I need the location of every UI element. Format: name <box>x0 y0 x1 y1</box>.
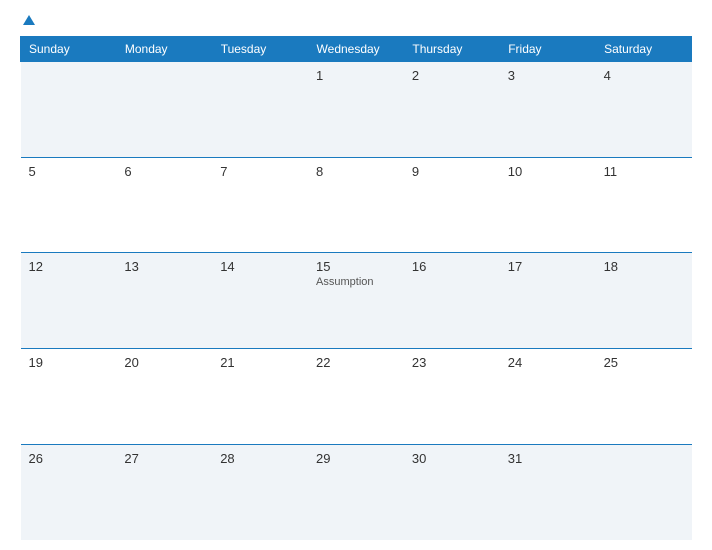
calendar-cell <box>116 62 212 158</box>
calendar-cell: 8 <box>308 157 404 253</box>
day-number: 24 <box>508 355 588 370</box>
day-number: 11 <box>604 164 684 179</box>
calendar-cell: 1 <box>308 62 404 158</box>
day-number: 3 <box>508 68 588 83</box>
calendar-cell: 11 <box>596 157 692 253</box>
calendar-cell: 29 <box>308 444 404 540</box>
event-label: Assumption <box>316 276 396 288</box>
weekday-header: Monday <box>116 37 212 62</box>
logo-triangle-icon <box>23 15 35 25</box>
day-number: 23 <box>412 355 492 370</box>
calendar-cell: 16 <box>404 253 500 349</box>
weekday-header: Wednesday <box>308 37 404 62</box>
calendar-cell: 14 <box>212 253 308 349</box>
calendar-cell: 28 <box>212 444 308 540</box>
calendar-cell: 6 <box>116 157 212 253</box>
calendar-cell <box>212 62 308 158</box>
calendar-cell: 12 <box>21 253 117 349</box>
day-number: 4 <box>604 68 684 83</box>
logo-blue-text <box>20 15 35 26</box>
day-number: 15 <box>316 259 396 274</box>
weekday-header: Thursday <box>404 37 500 62</box>
day-number: 26 <box>29 451 109 466</box>
calendar-cell: 10 <box>500 157 596 253</box>
calendar-cell: 30 <box>404 444 500 540</box>
calendar-week-row: 56 7 8 9 10 11 <box>21 157 692 253</box>
calendar-cell <box>596 444 692 540</box>
calendar-cell: 9 <box>404 157 500 253</box>
day-number: 1 <box>316 68 396 83</box>
calendar-cell: 22 <box>308 349 404 445</box>
day-number: 2 <box>412 68 492 83</box>
calendar-cell: 23 <box>404 349 500 445</box>
calendar-cell: 7 <box>212 157 308 253</box>
calendar-cell: 15 Assumption <box>308 253 404 349</box>
calendar-cell: 18 <box>596 253 692 349</box>
day-number: 25 <box>604 355 684 370</box>
day-number: 7 <box>220 164 300 179</box>
calendar-cell: 4 <box>596 62 692 158</box>
calendar-cell <box>21 62 117 158</box>
day-number: 28 <box>220 451 300 466</box>
logo <box>20 15 35 26</box>
calendar-cell: 26 <box>21 444 117 540</box>
day-number: 31 <box>508 451 588 466</box>
day-number: 20 <box>124 355 204 370</box>
day-number: 17 <box>508 259 588 274</box>
calendar-cell: 27 <box>116 444 212 540</box>
day-number: 5 <box>29 164 109 179</box>
day-number: 30 <box>412 451 492 466</box>
calendar-cell: 20 <box>116 349 212 445</box>
calendar-cell: 31 <box>500 444 596 540</box>
day-number: 6 <box>124 164 204 179</box>
day-number: 22 <box>316 355 396 370</box>
day-number: 21 <box>220 355 300 370</box>
calendar-cell: 21 <box>212 349 308 445</box>
day-number: 27 <box>124 451 204 466</box>
weekday-header-row: SundayMondayTuesdayWednesdayThursdayFrid… <box>21 37 692 62</box>
calendar-table: SundayMondayTuesdayWednesdayThursdayFrid… <box>20 36 692 540</box>
calendar-week-row: 12 13 14 15 Assumption 16 17 18 <box>21 253 692 349</box>
calendar-cell: 24 <box>500 349 596 445</box>
calendar-header <box>20 15 692 26</box>
calendar-cell: 19 <box>21 349 117 445</box>
day-number: 16 <box>412 259 492 274</box>
calendar-week-row: 1 2 3 4 <box>21 62 692 158</box>
calendar-cell: 5 <box>21 157 117 253</box>
calendar-cell: 13 <box>116 253 212 349</box>
calendar-week-row: 26 27 28 29 30 31 <box>21 444 692 540</box>
calendar-cell: 2 <box>404 62 500 158</box>
day-number: 12 <box>29 259 109 274</box>
calendar-container: SundayMondayTuesdayWednesdayThursdayFrid… <box>0 0 712 550</box>
weekday-header: Sunday <box>21 37 117 62</box>
calendar-cell: 25 <box>596 349 692 445</box>
day-number: 29 <box>316 451 396 466</box>
calendar-cell: 17 <box>500 253 596 349</box>
weekday-header: Tuesday <box>212 37 308 62</box>
day-number: 8 <box>316 164 396 179</box>
weekday-header: Friday <box>500 37 596 62</box>
day-number: 14 <box>220 259 300 274</box>
calendar-week-row: 19 20 21 22 23 24 25 <box>21 349 692 445</box>
day-number: 18 <box>604 259 684 274</box>
weekday-header: Saturday <box>596 37 692 62</box>
day-number: 13 <box>124 259 204 274</box>
day-number: 19 <box>29 355 109 370</box>
day-number: 10 <box>508 164 588 179</box>
calendar-cell: 3 <box>500 62 596 158</box>
day-number: 9 <box>412 164 492 179</box>
